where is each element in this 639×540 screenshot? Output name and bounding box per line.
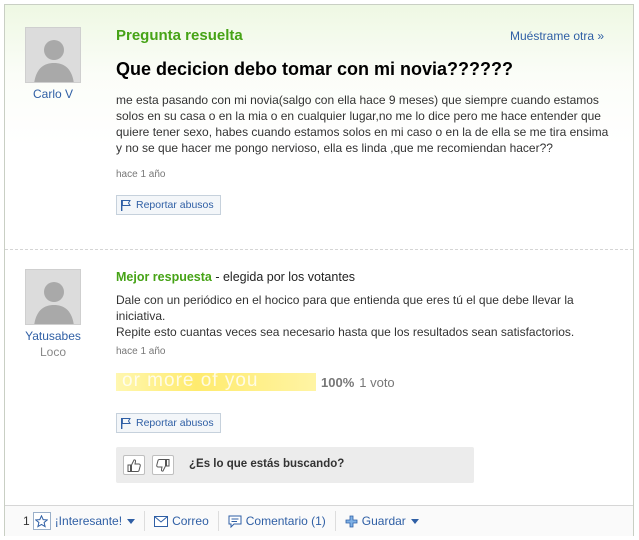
comment-button[interactable]: Comentario (1) — [219, 511, 336, 531]
report-label: Reportar abusos — [136, 417, 214, 429]
show-another-link[interactable]: Muéstrame otra » — [510, 29, 604, 43]
rating-row: or more of you 100% 1 voto — [116, 373, 395, 391]
thumbs-down-icon — [156, 458, 170, 472]
report-label: Reportar abusos — [136, 199, 214, 211]
user-avatar-icon — [26, 28, 80, 82]
rating-votes: 1 voto — [359, 374, 395, 390]
mail-label: Correo — [172, 514, 209, 528]
rating-bar: or more of you — [116, 373, 316, 391]
answerer-avatar[interactable] — [25, 269, 81, 325]
asker-name[interactable]: Carlo V — [13, 87, 93, 101]
interesting-button[interactable]: 1 ¡Interesante! — [5, 511, 146, 531]
answerer-level: Loco — [39, 345, 67, 359]
user-avatar-icon — [26, 270, 80, 324]
question-report-button[interactable]: Reportar abusos — [116, 195, 221, 215]
qa-panel: Carlo V Pregunta resuelta Muéstrame otra… — [4, 4, 634, 536]
best-answer-heading: Mejor respuesta - elegida por los votant… — [116, 270, 355, 284]
answer-line-2: Repite esto cuantas veces sea necesario … — [116, 325, 575, 339]
mail-icon — [154, 515, 169, 527]
action-footer: 1 ¡Interesante! Correo Comentario (1) Gu… — [5, 505, 633, 536]
thumbs-down-button[interactable] — [152, 455, 174, 475]
save-button[interactable]: Guardar — [336, 511, 428, 531]
flag-icon — [121, 199, 131, 211]
interesting-count: 1 — [23, 514, 30, 528]
asker-avatar[interactable] — [25, 27, 81, 83]
feedback-question: ¿Es lo que estás buscando? — [189, 458, 345, 470]
caret-down-icon — [410, 518, 419, 524]
question-section: Carlo V Pregunta resuelta Muéstrame otra… — [5, 5, 633, 253]
flag-icon — [121, 417, 131, 429]
question-title: Que decicion debo tomar con mi novia????… — [116, 59, 514, 79]
interesting-label: ¡Interesante! — [54, 514, 123, 528]
comment-icon — [228, 515, 242, 528]
answer-body: Dale con un periódico en el hocico para … — [116, 292, 621, 340]
mail-button[interactable]: Correo — [145, 511, 219, 531]
plus-icon — [345, 515, 358, 527]
question-time: hace 1 año — [116, 169, 166, 180]
comment-label: Comentario (1) — [245, 514, 326, 528]
star-icon — [32, 512, 51, 530]
best-answer-label: Mejor respuesta — [116, 270, 212, 284]
answer-line-1: Dale con un periódico en el hocico para … — [116, 293, 574, 323]
chosen-by-label: - elegida por los votantes — [211, 270, 356, 284]
thumbs-up-icon — [127, 458, 141, 472]
feedback-box: ¿Es lo que estás buscando? — [116, 447, 474, 483]
caret-down-icon — [127, 518, 136, 524]
save-label: Guardar — [361, 514, 406, 528]
answerer-name[interactable]: Yatusabes — [13, 329, 93, 343]
rating-percent: 100% — [321, 374, 355, 390]
rating-bar-watermark: or more of you — [122, 373, 259, 391]
answer-time: hace 1 año — [116, 346, 166, 357]
question-body: me esta pasando con mi novia(salgo con e… — [116, 93, 609, 155]
section-divider — [5, 249, 633, 250]
answer-report-button[interactable]: Reportar abusos — [116, 413, 221, 433]
question-status: Pregunta resuelta — [116, 27, 243, 44]
thumbs-up-button[interactable] — [123, 455, 145, 475]
